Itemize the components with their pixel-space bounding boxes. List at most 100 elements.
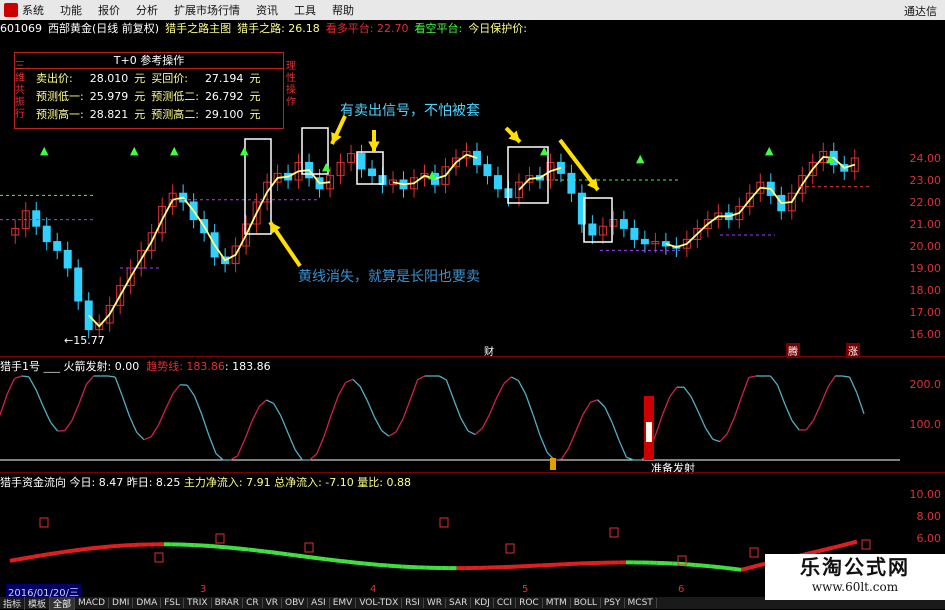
table-row: 预测低一: 25.979 元 预测低二: 26.792 元	[33, 87, 263, 105]
oscillator-segment	[166, 394, 173, 409]
chart-info-bar: 601069西部黄金(日线 前复权)猎手之路主图猎手之路: 26.18看多平台:…	[0, 20, 945, 34]
menu-extended-market[interactable]: 扩展市场行情	[174, 2, 240, 18]
sub2-tick: 8.00	[917, 510, 942, 523]
flow-segment	[264, 551, 272, 552]
sub2-tick: 10.00	[910, 488, 942, 501]
oscillator-segment	[274, 403, 281, 415]
flow-segment	[333, 560, 341, 561]
oscillator-segment	[655, 415, 662, 436]
flow-segment	[819, 549, 827, 551]
tab-boll[interactable]: BOLL	[571, 598, 601, 608]
menu-analysis[interactable]: 分析	[136, 2, 158, 18]
tab-vol-tdx[interactable]: VOL-TDX	[356, 598, 402, 608]
oscillator-segment	[245, 421, 252, 439]
tab-vr[interactable]: VR	[263, 598, 282, 608]
oscillator-segment	[598, 400, 605, 407]
tab-fsl[interactable]: FSL	[161, 598, 184, 608]
flow-segment	[203, 546, 211, 547]
oscillator-segment	[713, 439, 720, 441]
oscillator-segment	[238, 439, 245, 455]
tab-dmi[interactable]: DMI	[109, 598, 133, 608]
oscillator-segment	[266, 400, 273, 403]
menu-news[interactable]: 资讯	[256, 2, 278, 18]
flow-segment	[41, 554, 49, 555]
oscillator-segment	[396, 418, 403, 431]
oscillator-segment	[734, 397, 741, 418]
panel-divider	[0, 472, 945, 473]
menu-tools[interactable]: 工具	[294, 2, 316, 18]
buy-arrow-icon: ▲	[130, 144, 139, 157]
tab-wr[interactable]: WR	[424, 598, 446, 608]
tplus-label: 买回价:	[148, 69, 202, 87]
buy-arrow-icon: ▲	[170, 144, 179, 157]
flow-segment	[210, 546, 218, 547]
flow-segment	[749, 566, 757, 568]
sub2-header: 猎手资金流向 今日: 8.47 昨日: 8.25 主力净流入: 7.91 总净流…	[0, 474, 411, 488]
menu-quote[interactable]: 报价	[98, 2, 120, 18]
oscillator-segment	[173, 385, 180, 394]
price-tick: 21.00	[910, 218, 942, 231]
annotation-arrow-head	[368, 141, 380, 152]
oscillator-segment	[389, 432, 396, 436]
flow-marker	[506, 544, 514, 553]
tab-rsi[interactable]: RSI	[402, 598, 424, 608]
tplus-unit: 元	[131, 69, 148, 87]
tab-macd[interactable]: MACD	[75, 598, 109, 608]
flow-marker	[610, 528, 618, 537]
price-tick: 16.00	[910, 328, 942, 341]
tab-mtm[interactable]: MTM	[543, 598, 571, 608]
rocket-indicator-chart[interactable]	[0, 372, 900, 470]
oscillator-segment	[662, 397, 669, 415]
tab-kdj[interactable]: KDJ	[471, 598, 494, 608]
tab-mcst[interactable]: MCST	[625, 598, 657, 608]
flow-segment	[757, 564, 765, 566]
tab-指标[interactable]: 指标	[0, 597, 25, 610]
oscillator-segment	[410, 380, 417, 400]
tab-全部[interactable]: 全部	[50, 597, 75, 610]
oscillator-segment	[158, 409, 165, 425]
oscillator-segment	[108, 376, 115, 377]
candle-body	[358, 154, 365, 169]
menu-system[interactable]: 系统	[22, 2, 44, 18]
oscillator-segment	[122, 396, 129, 416]
tab-brar[interactable]: BRAR	[212, 598, 243, 608]
oscillator-segment	[454, 399, 461, 418]
signal-box	[584, 198, 612, 242]
oscillator-segment	[50, 422, 57, 431]
flow-segment	[95, 547, 103, 548]
menu-help[interactable]: 帮助	[332, 2, 354, 18]
oscillator-segment	[310, 454, 317, 460]
tab-roc[interactable]: ROC	[516, 598, 543, 608]
flow-segment	[326, 559, 334, 560]
oscillator-segment	[612, 422, 619, 441]
watermark-url: www.60lt.com	[765, 580, 945, 594]
flow-segment	[726, 568, 734, 569]
oscillator-segment	[475, 428, 482, 434]
tab-cci[interactable]: CCI	[494, 598, 516, 608]
candle-body	[568, 173, 575, 193]
flow-segment	[849, 542, 857, 544]
tab-trix[interactable]: TRIX	[184, 598, 212, 608]
oscillator-segment	[230, 456, 237, 460]
price-axis: 24.00 23.00 22.00 21.00 20.00 19.00 18.0…	[903, 34, 945, 354]
tab-cr[interactable]: CR	[243, 598, 263, 608]
tab-dma[interactable]: DMA	[133, 598, 161, 608]
tab-psy[interactable]: PSY	[601, 598, 625, 608]
buy-arrow-icon: ▲	[826, 152, 835, 165]
tab-emv[interactable]: EMV	[330, 598, 357, 608]
oscillator-segment	[216, 454, 223, 460]
tab-asi[interactable]: ASI	[308, 598, 330, 608]
oscillator-segment	[202, 414, 209, 435]
tab-模板[interactable]: 模板	[25, 597, 50, 610]
oscillator-segment	[281, 416, 288, 433]
menu-function[interactable]: 功能	[60, 2, 82, 18]
fire-bar	[550, 458, 556, 470]
low-price-label: ←15.77	[64, 334, 105, 347]
rocket-flame	[646, 422, 652, 442]
buy-arrow-icon: ▲	[428, 168, 437, 181]
flow-segment	[110, 546, 118, 547]
tab-obv[interactable]: OBV	[282, 598, 308, 608]
tab-sar[interactable]: SAR	[446, 598, 471, 608]
flow-marker	[750, 548, 758, 557]
buy-arrow-icon: ▲	[540, 144, 549, 157]
